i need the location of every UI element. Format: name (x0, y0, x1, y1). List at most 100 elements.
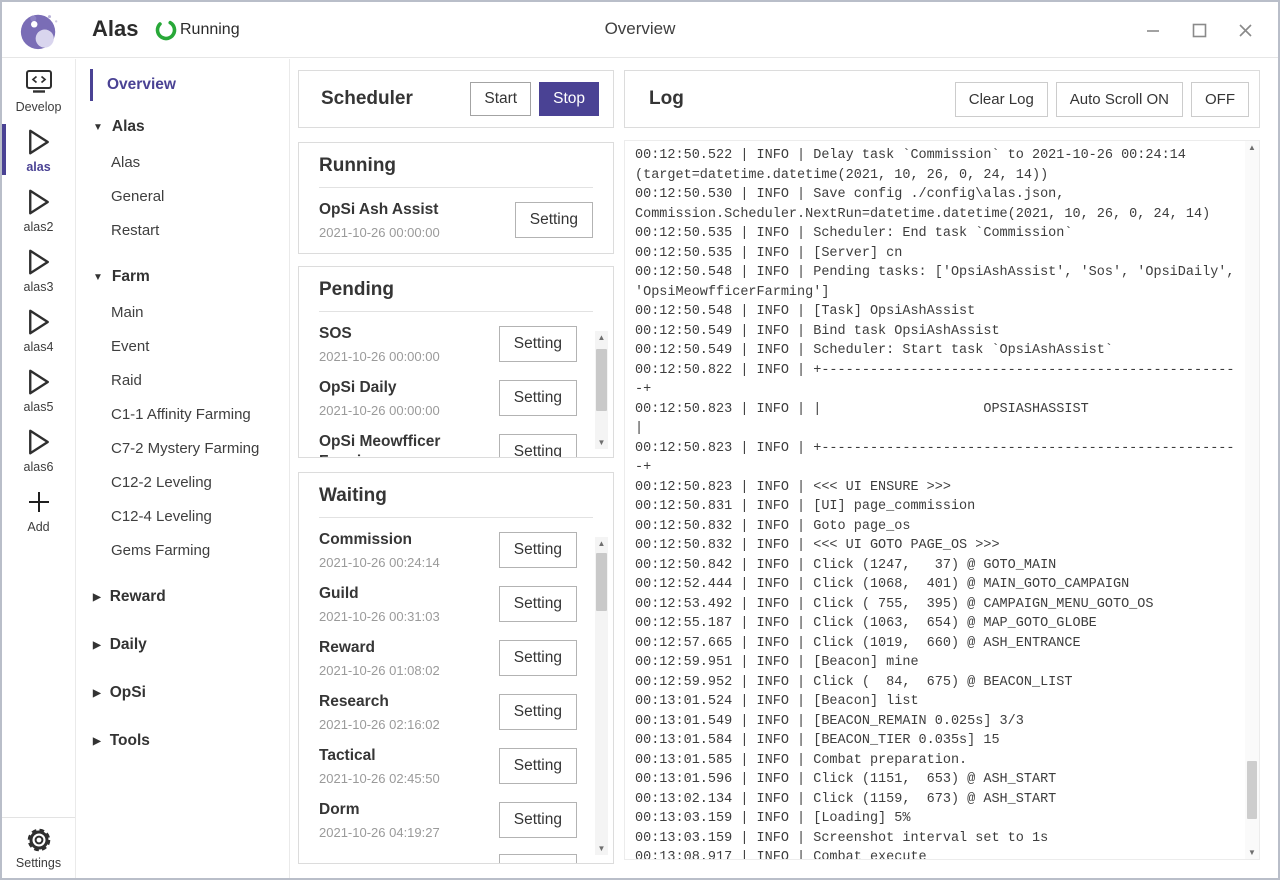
nav-section-label: Reward (110, 588, 166, 606)
rail-label: Develop (16, 100, 62, 114)
rail-item-develop[interactable]: Develop (2, 60, 75, 119)
setting-button[interactable]: Setting (499, 586, 577, 622)
nav-item-raid[interactable]: Raid (76, 363, 289, 397)
minimize-button[interactable] (1130, 10, 1176, 50)
nav-section-label: OpSi (110, 684, 146, 702)
nav-item-gems-farming[interactable]: Gems Farming (76, 533, 289, 567)
task-time: 2021-10-26 02:16:02 (319, 717, 489, 732)
nav-item-restart[interactable]: Restart (76, 213, 289, 247)
play-icon (25, 186, 53, 218)
task-row: Guild 2021-10-26 00:31:03 Setting (319, 576, 577, 630)
task-row: SOS 2021-10-26 00:00:00 Setting (319, 316, 577, 370)
scroll-down-icon[interactable]: ▼ (595, 436, 608, 449)
instance-rail: Develop alas alas2 alas3 alas4 (2, 59, 76, 878)
scrollbar-thumb[interactable] (596, 349, 607, 411)
task-time: 2021-10-26 00:24:14 (319, 555, 489, 570)
rail-item-settings[interactable]: Settings (2, 817, 75, 876)
setting-button[interactable]: Setting (499, 802, 577, 838)
scroll-down-icon[interactable]: ▼ (595, 842, 608, 855)
rail-label: alas5 (24, 400, 54, 414)
task-row: OpSi Ash Assist 2021-10-26 00:00:00 Sett… (319, 192, 593, 246)
start-button[interactable]: Start (470, 82, 531, 116)
chevron-expanded-icon: ▼ (93, 122, 103, 133)
nav-menu: Overview ▼ Alas Alas General Restart ▼ F… (76, 59, 290, 878)
play-icon (25, 246, 53, 278)
pending-scrollbar[interactable]: ▲ ▼ (595, 331, 608, 449)
nav-item-c12-2-leveling[interactable]: C12-2 Leveling (76, 465, 289, 499)
nav-item-alas[interactable]: Alas (76, 145, 289, 179)
play-icon (25, 126, 53, 158)
scrollbar-thumb[interactable] (596, 553, 607, 611)
setting-button[interactable]: Setting (499, 380, 577, 416)
task-name: Commission (319, 530, 489, 550)
scroll-up-icon[interactable]: ▲ (595, 537, 608, 550)
titlebar: Alas Running Overview (2, 2, 1278, 58)
scrollbar-thumb[interactable] (1247, 761, 1257, 819)
rail-label: alas6 (24, 460, 54, 474)
task-time: 2021-10-26 02:45:50 (319, 771, 489, 786)
rail-label: alas2 (24, 220, 54, 234)
setting-button[interactable]: Setting (499, 326, 577, 362)
task-time: 2021-10-26 00:00:00 (319, 225, 489, 240)
log-scrollbar[interactable]: ▲ ▼ (1245, 141, 1259, 859)
nav-item-c7-2-mystery-farming[interactable]: C7-2 Mystery Farming (76, 431, 289, 465)
nav-item-general[interactable]: General (76, 179, 289, 213)
rail-item-alas[interactable]: alas (2, 120, 75, 179)
setting-button[interactable]: Setting (499, 748, 577, 784)
chevron-collapsed-icon: ▶ (93, 640, 101, 651)
nav-item-main[interactable]: Main (76, 295, 289, 329)
nav-section-label: Daily (110, 636, 147, 654)
scroll-down-icon[interactable]: ▼ (1245, 846, 1259, 859)
nav-section-label: Tools (110, 732, 150, 750)
task-name: Research (319, 692, 489, 712)
auto-scroll-on-button[interactable]: Auto Scroll ON (1056, 82, 1183, 117)
task-row: OpSi Daily 2021-10-26 00:00:00 Setting (319, 370, 577, 424)
setting-button[interactable]: Setting (499, 434, 577, 458)
stop-button[interactable]: Stop (539, 82, 599, 116)
rail-item-alas2[interactable]: alas2 (2, 180, 75, 239)
waiting-scrollbar[interactable]: ▲ ▼ (595, 537, 608, 855)
nav-item-event[interactable]: Event (76, 329, 289, 363)
setting-button[interactable]: Setting (499, 640, 577, 676)
chevron-expanded-icon: ▼ (93, 272, 103, 283)
nav-section-daily[interactable]: ▶ Daily (76, 627, 289, 663)
scroll-up-icon[interactable]: ▲ (1245, 141, 1259, 154)
rail-item-add[interactable]: Add (2, 480, 75, 539)
nav-section-reward[interactable]: ▶ Reward (76, 579, 289, 615)
pending-card: Pending SOS 2021-10-26 00:00:00 Setting … (298, 266, 614, 458)
setting-button[interactable]: Setting (499, 532, 577, 568)
plus-icon (26, 486, 52, 518)
nav-section-opsi[interactable]: ▶ OpSi (76, 675, 289, 711)
log-text[interactable]: 00:12:50.522 | INFO | Delay task `Commis… (625, 141, 1245, 859)
setting-button[interactable]: Setting (515, 202, 593, 238)
setting-button[interactable]: Setting (499, 694, 577, 730)
rail-item-alas4[interactable]: alas4 (2, 300, 75, 359)
nav-item-overview[interactable]: Overview (90, 69, 289, 101)
setting-button[interactable]: Setting (499, 854, 577, 864)
task-row: Tactical 2021-10-26 02:45:50 Setting (319, 738, 577, 792)
task-name: Shop (319, 862, 489, 864)
nav-section-alas[interactable]: ▼ Alas (76, 109, 289, 145)
auto-scroll-off-button[interactable]: OFF (1191, 82, 1249, 117)
close-button[interactable] (1222, 10, 1268, 50)
rail-label: Add (27, 520, 49, 534)
waiting-title: Waiting (319, 485, 593, 518)
rail-item-alas5[interactable]: alas5 (2, 360, 75, 419)
maximize-button[interactable] (1176, 10, 1222, 50)
scroll-up-icon[interactable]: ▲ (595, 331, 608, 344)
play-icon (25, 366, 53, 398)
nav-item-c1-1-affinity-farming[interactable]: C1-1 Affinity Farming (76, 397, 289, 431)
task-time: 2021-10-26 00:00:00 (319, 403, 489, 418)
scheduler-title: Scheduler (321, 88, 413, 110)
develop-icon (24, 66, 54, 98)
rail-label: alas4 (24, 340, 54, 354)
rail-item-alas3[interactable]: alas3 (2, 240, 75, 299)
nav-section-tools[interactable]: ▶ Tools (76, 723, 289, 759)
nav-item-c12-4-leveling[interactable]: C12-4 Leveling (76, 499, 289, 533)
nav-section-farm[interactable]: ▼ Farm (76, 259, 289, 295)
task-name: Tactical (319, 746, 489, 766)
rail-item-alas6[interactable]: alas6 (2, 420, 75, 479)
clear-log-button[interactable]: Clear Log (955, 82, 1048, 117)
task-row: Commission 2021-10-26 00:24:14 Setting (319, 522, 577, 576)
rail-label: Settings (16, 856, 61, 870)
